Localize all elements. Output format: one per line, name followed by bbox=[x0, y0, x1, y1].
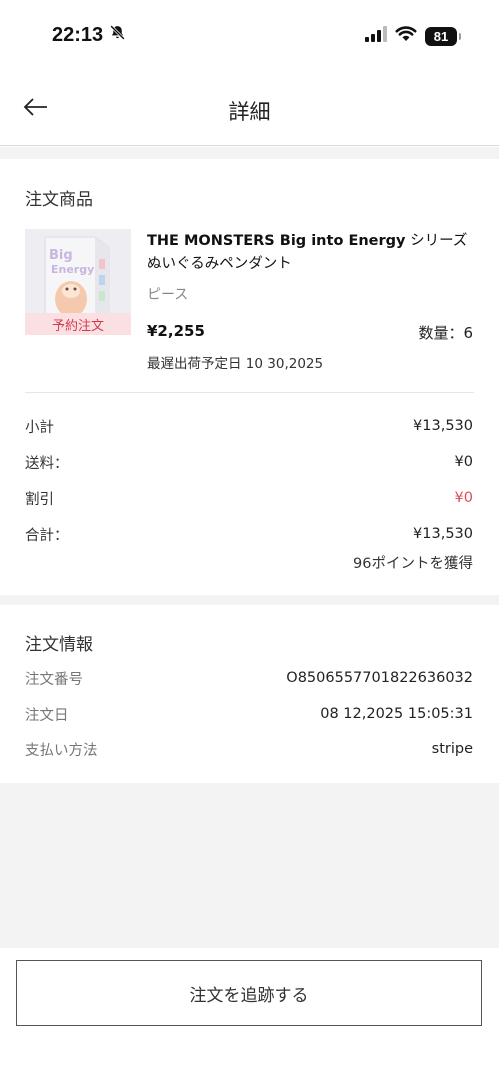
total-value: ¥13,530 bbox=[413, 526, 473, 542]
section-gap bbox=[0, 147, 499, 159]
order-date-row: 注文日 08 12,2025 15:05:31 bbox=[25, 703, 473, 725]
shipping-value: ¥0 bbox=[454, 454, 473, 470]
preorder-tag: 予約注文 bbox=[25, 313, 131, 335]
discount-row: 割引 ¥0 bbox=[25, 487, 473, 509]
product-name-en: THE MONSTERS Big into Energy bbox=[147, 233, 406, 249]
order-date-value: 08 12,2025 15:05:31 bbox=[320, 706, 473, 722]
discount-value: ¥0 bbox=[454, 490, 473, 506]
order-date-label: 注文日 bbox=[25, 707, 69, 724]
product-name[interactable]: THE MONSTERS Big into Energy シリーズぬいぐるみペン… bbox=[147, 230, 477, 276]
total-label: 合計： bbox=[25, 527, 69, 544]
total-row: 合計： ¥13,530 bbox=[25, 523, 473, 545]
signal-icon bbox=[365, 26, 387, 46]
subtotal-value: ¥13,530 bbox=[413, 418, 473, 434]
ship-date: 最遅出荷予定日 10 30,2025 bbox=[147, 356, 324, 372]
product-variant: ピース bbox=[147, 287, 189, 303]
order-info-title: 注文情報 bbox=[25, 635, 93, 655]
nav-bar: 詳細 bbox=[0, 72, 499, 146]
battery-icon: 81 bbox=[425, 26, 461, 46]
shipping-label: 送料： bbox=[25, 455, 69, 472]
subtotal-row: 小計 ¥13,530 bbox=[25, 415, 473, 437]
order-number-row: 注文番号 O8506557701822636032 bbox=[25, 667, 473, 689]
status-time: 22:13 bbox=[52, 24, 126, 47]
divider bbox=[25, 392, 474, 393]
status-icons: 81 bbox=[365, 26, 461, 46]
points-earned: 96ポイントを獲得 bbox=[353, 556, 473, 572]
payment-method-label: 支払い方法 bbox=[25, 742, 98, 759]
bell-slash-icon bbox=[109, 24, 126, 47]
status-bar: 22:13 81 bbox=[0, 0, 499, 72]
battery-level: 81 bbox=[433, 28, 449, 44]
subtotal-label: 小計 bbox=[25, 419, 54, 436]
svg-text:Energy: Energy bbox=[51, 263, 94, 276]
wifi-icon bbox=[395, 26, 417, 46]
shipping-row: 送料： ¥0 bbox=[25, 451, 473, 473]
order-items-title: 注文商品 bbox=[25, 190, 93, 210]
page-title: 詳細 bbox=[228, 100, 271, 124]
order-number-label: 注文番号 bbox=[25, 671, 83, 688]
status-time-text: 22:13 bbox=[52, 24, 104, 46]
product-quantity: 数量：6 bbox=[418, 324, 473, 342]
payment-method-row: 支払い方法 stripe bbox=[25, 738, 473, 760]
product-price: ¥2,255 bbox=[147, 322, 205, 340]
svg-text:Big: Big bbox=[49, 248, 73, 263]
track-order-button[interactable]: 注文を追跡する bbox=[16, 960, 482, 1026]
product-image[interactable]: Big Energy 予約注文 bbox=[25, 229, 131, 335]
discount-label: 割引 bbox=[25, 491, 54, 508]
section-gap bbox=[0, 595, 499, 605]
empty-area bbox=[0, 783, 499, 948]
payment-method-value: stripe bbox=[431, 741, 473, 757]
order-number-value[interactable]: O8506557701822636032 bbox=[286, 670, 473, 686]
